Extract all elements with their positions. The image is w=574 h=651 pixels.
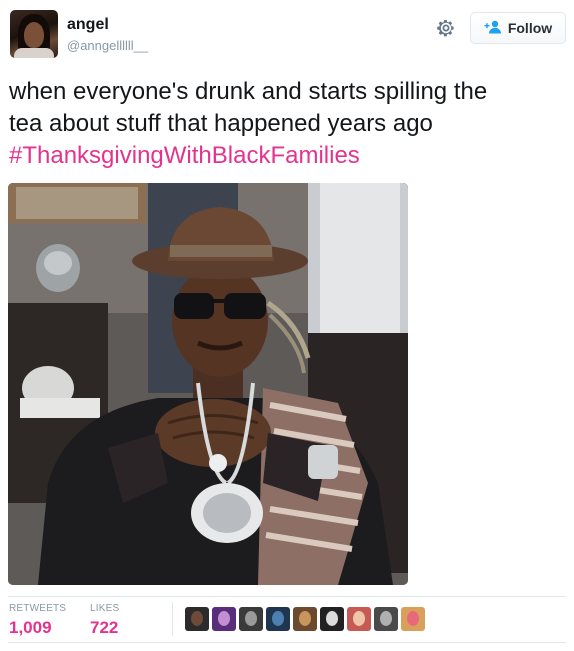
divider — [8, 642, 566, 643]
display-name[interactable]: angel — [67, 16, 109, 34]
divider — [8, 596, 566, 597]
likes-label: LIKES — [90, 603, 120, 614]
liker-avatar[interactable] — [212, 607, 236, 631]
tweet-text-line: when everyone's drunk and starts spillin… — [9, 78, 488, 105]
add-user-icon — [484, 20, 502, 37]
avatar[interactable] — [10, 10, 58, 58]
likes-count[interactable]: 722 — [90, 618, 118, 638]
liker-avatar[interactable] — [374, 607, 398, 631]
follow-button[interactable]: Follow — [470, 12, 566, 44]
liker-avatar[interactable] — [320, 607, 344, 631]
liker-avatars — [185, 607, 425, 631]
retweets-count[interactable]: 1,009 — [9, 618, 52, 638]
tweet-photo[interactable] — [8, 183, 408, 585]
liker-avatar[interactable] — [185, 607, 209, 631]
hashtag-link[interactable]: #ThanksgivingWithBlackFamilies — [9, 140, 565, 172]
follow-label: Follow — [507, 20, 553, 36]
liker-avatar[interactable] — [401, 607, 425, 631]
tweet-text-line: tea about stuff that happened years ago — [9, 110, 433, 137]
tweet-text: when everyone's drunk and starts spillin… — [9, 76, 565, 172]
liker-avatar[interactable] — [347, 607, 371, 631]
retweets-label: RETWEETS — [9, 603, 67, 614]
liker-avatar[interactable] — [266, 607, 290, 631]
tweet-card: angel @anngellllll__ Follow when everyon… — [0, 0, 574, 651]
gear-icon[interactable] — [434, 16, 458, 40]
user-handle[interactable]: @anngellllll__ — [67, 38, 148, 53]
liker-avatar[interactable] — [293, 607, 317, 631]
divider — [172, 602, 173, 636]
liker-avatar[interactable] — [239, 607, 263, 631]
